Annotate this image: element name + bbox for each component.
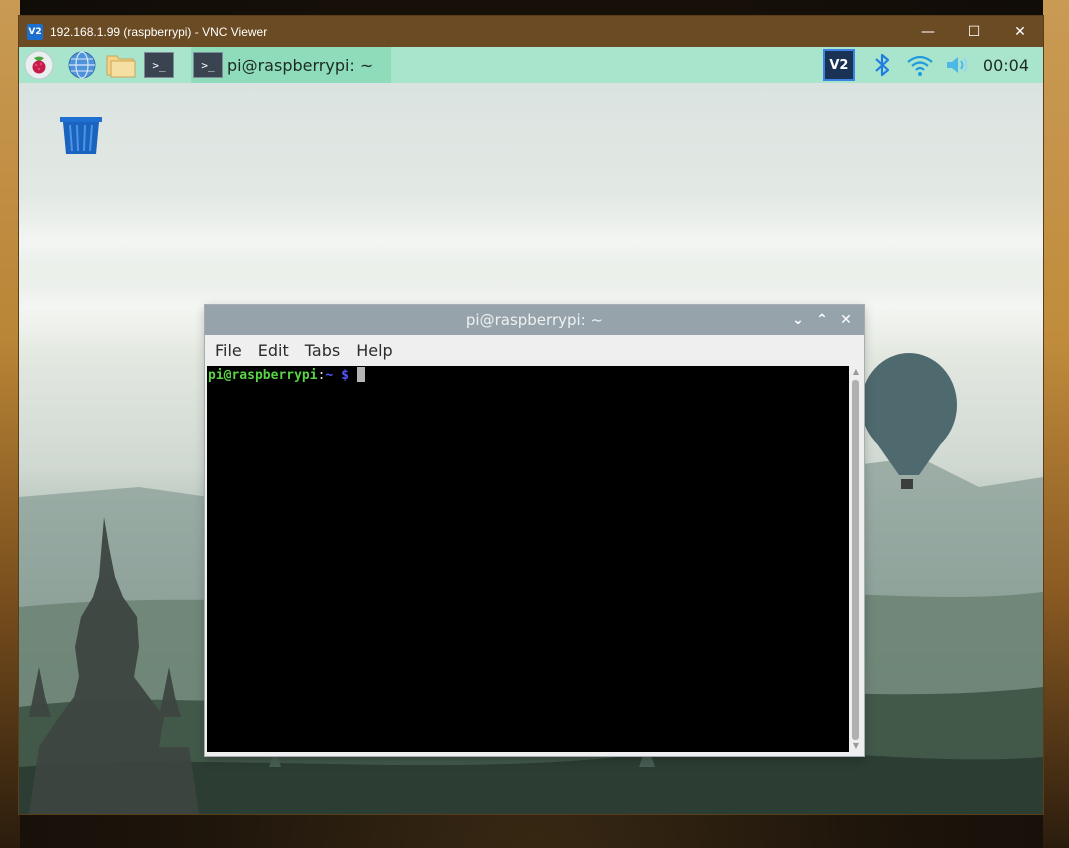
terminal-controls: ⌄ ⌃ ✕ [786, 305, 858, 335]
vnc-window-title: 192.168.1.99 (raspberrypi) - VNC Viewer [50, 24, 268, 39]
vnc-server-icon[interactable]: V2 [822, 49, 855, 81]
minimize-button[interactable]: — [905, 16, 951, 47]
prompt-symbol: $ [341, 368, 349, 383]
scroll-up-arrow-icon[interactable]: ▲ [851, 367, 861, 377]
terminal-icon: >_ [193, 52, 223, 78]
lxde-panel: >_ >_ pi@raspberrypi: ~ V2 00:04 [19, 47, 1043, 83]
clock[interactable]: 00:04 [983, 56, 1029, 75]
menu-help[interactable]: Help [356, 341, 392, 360]
remote-desktop[interactable]: >_ >_ pi@raspberrypi: ~ V2 00:04 pi@rasp… [19, 47, 1043, 814]
taskbar-terminal-label: pi@raspberrypi: ~ [227, 55, 374, 75]
terminal-title: pi@raspberrypi: ~ [465, 311, 604, 329]
wifi-icon[interactable] [903, 48, 937, 82]
terminal-maximize-button[interactable]: ⌃ [810, 312, 834, 328]
trash-icon[interactable] [59, 113, 103, 157]
vnc-titlebar[interactable]: V2 192.168.1.99 (raspberrypi) - VNC View… [19, 16, 1043, 47]
terminal-window: pi@raspberrypi: ~ ⌄ ⌃ ✕ File Edit Tabs H… [205, 305, 864, 756]
browser-globe-icon[interactable] [65, 48, 99, 82]
prompt-path: ~ [325, 368, 334, 383]
host-desktop-left [0, 0, 20, 848]
window-controls: — ☐ ✕ [905, 16, 1043, 47]
text-cursor [356, 367, 365, 382]
menu-file[interactable]: File [215, 341, 242, 360]
vnc-viewer-window: V2 192.168.1.99 (raspberrypi) - VNC View… [19, 16, 1043, 814]
terminal-screen[interactable]: pi@raspberrypi:~ $ [207, 366, 849, 752]
shell-prompt: pi@raspberrypi:~ $ [208, 367, 365, 383]
terminal-launcher-icon[interactable]: >_ [142, 48, 176, 82]
host-desktop-right [1043, 0, 1069, 848]
menu-edit[interactable]: Edit [258, 341, 289, 360]
taskbar-terminal-button[interactable]: >_ pi@raspberrypi: ~ [191, 47, 391, 83]
terminal-minimize-button[interactable]: ⌄ [786, 312, 810, 328]
scroll-down-arrow-icon[interactable]: ▼ [851, 741, 861, 751]
system-tray: V2 00:04 [822, 47, 1043, 83]
terminal-titlebar[interactable]: pi@raspberrypi: ~ ⌄ ⌃ ✕ [205, 305, 864, 335]
raspberry-menu-icon[interactable] [22, 48, 56, 82]
terminal-menubar: File Edit Tabs Help [205, 335, 864, 365]
terminal-scrollbar[interactable]: ▲ ▼ [850, 366, 862, 752]
terminal-close-button[interactable]: ✕ [834, 312, 858, 328]
maximize-button[interactable]: ☐ [951, 16, 997, 47]
menu-tabs[interactable]: Tabs [305, 341, 340, 360]
scrollbar-thumb[interactable] [852, 380, 859, 740]
volume-icon[interactable] [941, 48, 975, 82]
close-button[interactable]: ✕ [997, 16, 1043, 47]
bluetooth-icon[interactable] [865, 48, 899, 82]
vnc-app-icon: V2 [27, 23, 43, 40]
file-manager-icon[interactable] [104, 48, 138, 82]
prompt-user: pi@raspberrypi [208, 368, 318, 383]
